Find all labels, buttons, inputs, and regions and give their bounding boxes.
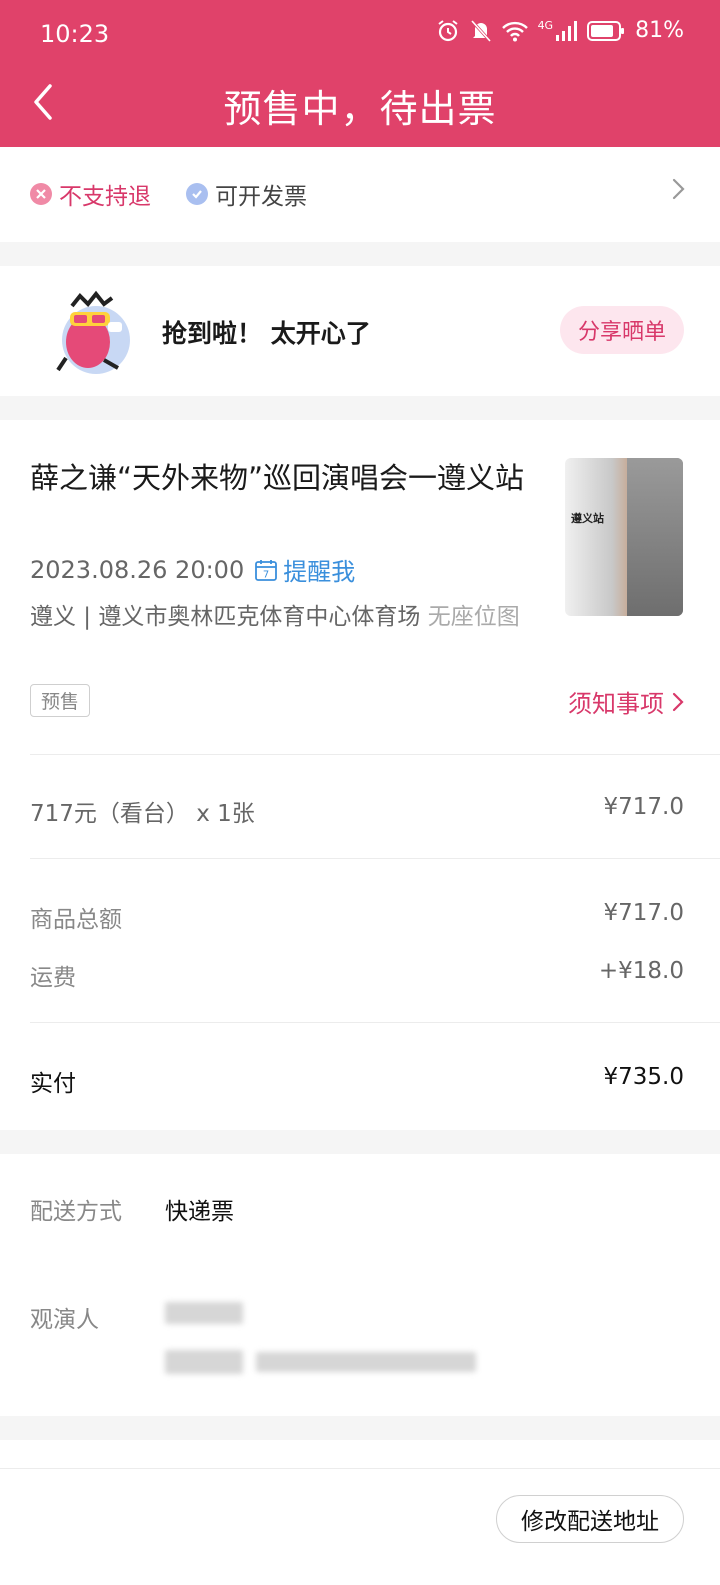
check-circle-icon <box>186 183 208 205</box>
viewer-id-type-redacted <box>165 1350 243 1374</box>
event-datetime: 2023.08.26 20:00 <box>30 555 245 584</box>
event-datetime-row: 2023.08.26 20:00 7 提醒我 <box>30 552 355 587</box>
paid-line: 实付 ¥735.0 <box>30 1064 684 1098</box>
mascot-image <box>56 290 130 374</box>
divider <box>30 1022 720 1023</box>
ticket-line: 717元（看台） x 1张 ¥717.0 <box>30 794 684 828</box>
remind-me-label: 提醒我 <box>283 558 356 586</box>
delivery-method-label: 配送方式 <box>30 1199 122 1225</box>
subtotal-line: 商品总额 ¥717.0 <box>30 900 684 934</box>
delivery-section: 配送方式 快递票 观演人 <box>0 1154 720 1416</box>
viewer-label: 观演人 <box>30 1307 99 1333</box>
modify-address-button[interactable]: 修改配送地址 <box>496 1495 684 1543</box>
network-type: 4G <box>537 19 554 32</box>
chevron-right-icon <box>672 692 684 711</box>
wifi-icon <box>501 21 528 41</box>
section-gap <box>0 396 720 420</box>
no-refund-label: 不支持退 <box>59 184 151 210</box>
shipping-value: +¥18.0 <box>598 958 684 984</box>
divider <box>30 858 720 859</box>
paid-value: ¥735.0 <box>603 1064 684 1090</box>
share-order-button[interactable]: 分享晒单 <box>560 306 684 354</box>
policy-row[interactable]: 不支持退 可开发票 <box>0 147 720 242</box>
invoice-label: 可开发票 <box>215 184 307 210</box>
order-card: 薛之谦“天外来物”巡回演唱会一遵义站 2023.08.26 20:00 7 提醒… <box>0 420 720 1132</box>
notice-link[interactable]: 须知事项 <box>568 684 684 719</box>
calendar-icon: 7 <box>255 559 278 581</box>
battery-icon <box>587 20 625 41</box>
section-gap <box>0 1416 720 1440</box>
section-gap <box>0 242 720 266</box>
subtotal-value: ¥717.0 <box>603 900 684 926</box>
shipping-line: 运费 +¥18.0 <box>30 958 684 992</box>
ticket-description: 717元（看台） x 1张 <box>30 801 255 827</box>
seat-map-note: 无座位图 <box>427 604 520 630</box>
poster-text: 遵义站 <box>571 512 604 525</box>
share-message: 抢到啦！ 太开心了 <box>162 319 371 348</box>
notice-label: 须知事项 <box>568 690 664 718</box>
poster-face <box>627 458 683 616</box>
venue-info: 遵义 | 遵义市奥林匹克体育中心体育场 无座位图 <box>30 602 530 633</box>
mute-bell-icon <box>470 19 491 42</box>
no-refund-policy: 不支持退 <box>30 177 151 211</box>
battery-level: 81% <box>635 18 684 43</box>
delivery-method-value: 快递票 <box>165 1199 234 1225</box>
presale-tag: 预售 <box>30 684 91 717</box>
bottom-action-bar: 修改配送地址 <box>0 1468 720 1585</box>
venue-name: 遵义 | 遵义市奥林匹克体育中心体育场 <box>30 604 421 630</box>
status-icons: 4G 81% <box>436 18 684 43</box>
shipping-label: 运费 <box>30 965 76 991</box>
page-title: 预售中，待出票 <box>223 87 497 131</box>
event-poster[interactable]: 遵义站 <box>565 458 683 616</box>
paid-label: 实付 <box>30 1071 76 1097</box>
share-row: 抢到啦！ 太开心了 分享晒单 <box>0 266 720 396</box>
ticket-price: ¥717.0 <box>603 794 684 820</box>
invoice-policy: 可开发票 <box>186 177 307 211</box>
close-circle-icon <box>30 183 52 205</box>
viewer-id-number-redacted <box>256 1352 476 1372</box>
status-time: 10:23 <box>40 20 110 48</box>
viewer-name-redacted <box>165 1302 243 1324</box>
divider <box>30 754 720 755</box>
event-title[interactable]: 薛之谦“天外来物”巡回演唱会一遵义站 <box>30 452 540 504</box>
signal-icon <box>556 20 578 41</box>
chevron-right-icon <box>672 178 685 200</box>
subtotal-label: 商品总额 <box>30 907 122 933</box>
section-gap <box>0 1130 720 1154</box>
calendar-day: 7 <box>263 569 269 580</box>
alarm-icon <box>437 19 458 41</box>
remind-me-button[interactable]: 7 提醒我 <box>254 552 355 587</box>
top-bar: 10:23 4G 81% 预售中，待出票 <box>0 0 720 147</box>
